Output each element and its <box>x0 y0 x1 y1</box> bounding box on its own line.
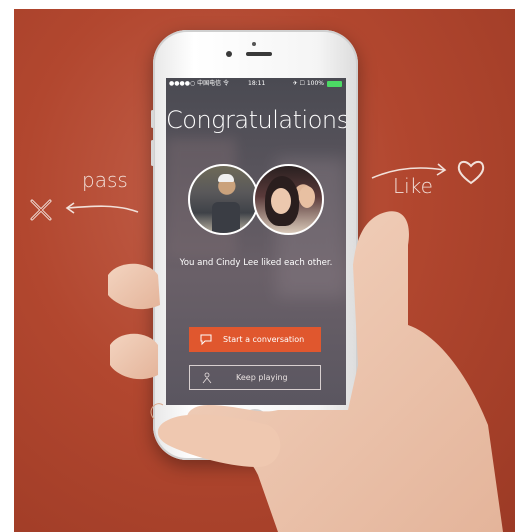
like-label: Like <box>393 174 433 198</box>
front-camera <box>252 42 256 46</box>
proximity-sensor <box>226 51 232 57</box>
avatar-hat <box>218 174 234 182</box>
phone-side-button <box>151 140 154 166</box>
earpiece-speaker <box>246 52 272 56</box>
status-battery-text: ✈ ☐ 100% <box>292 80 324 87</box>
x-icon <box>30 199 52 221</box>
phone-side-button <box>151 110 154 128</box>
status-bar: ●●●●○ 中国电信 令 18:11 ✈ ☐ 100% <box>166 78 346 90</box>
hand <box>108 211 503 532</box>
heart-icon <box>457 160 485 185</box>
match-title: Congratulations! <box>166 106 346 134</box>
pass-label: pass <box>82 168 128 192</box>
battery-icon <box>327 81 342 87</box>
carrier-text: ●●●●○ 中国电信 令 <box>169 80 229 87</box>
status-time: 18:11 <box>248 80 266 87</box>
